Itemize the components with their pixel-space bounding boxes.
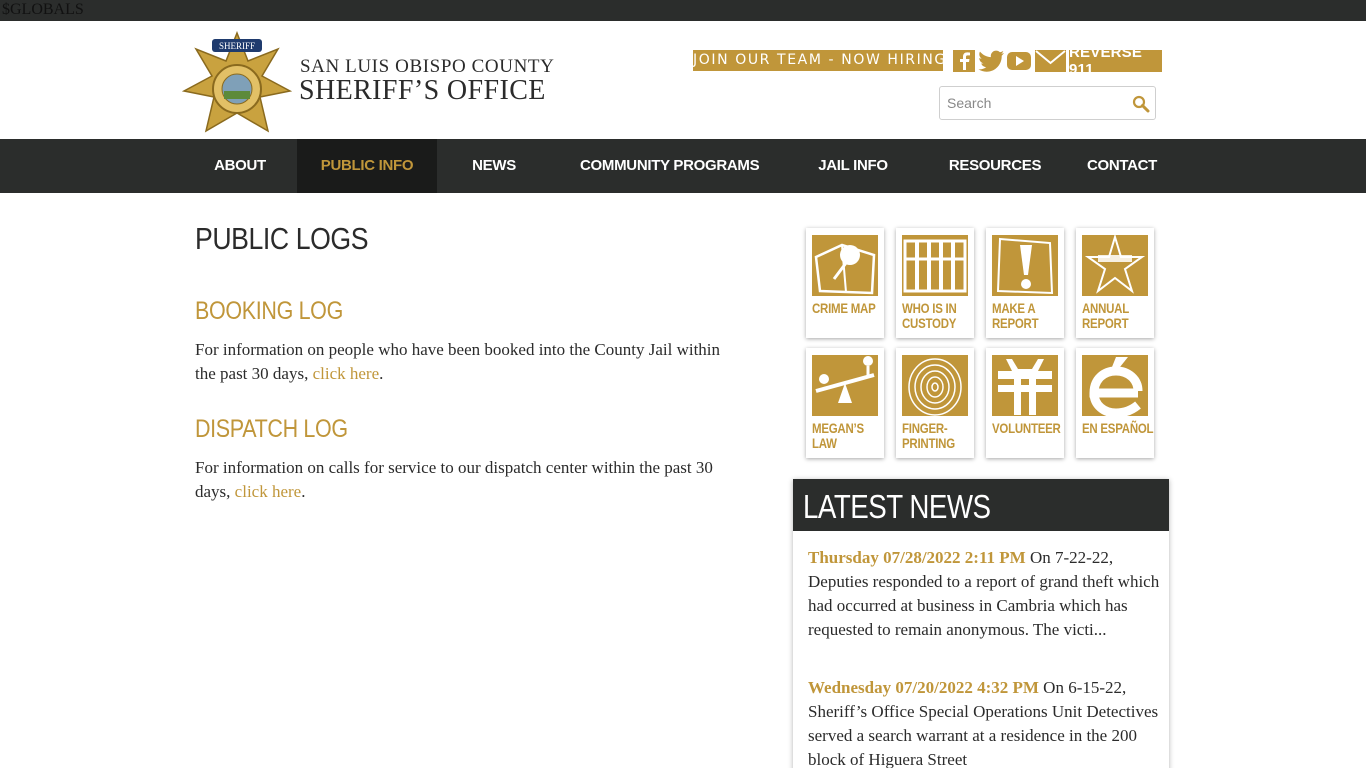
booking-log-link[interactable]: click here (313, 364, 380, 383)
accent-e-icon (1082, 355, 1148, 416)
map-pin-icon (812, 235, 878, 296)
star-badge-icon (1082, 235, 1148, 296)
globals-debug-text: $GLOBALS (2, 1, 84, 18)
join-our-team-button[interactable]: JOIN OUR TEAM - NOW HIRING (693, 50, 943, 71)
news-item-date-link[interactable]: Thursday 07/28/2022 2:11 PM (808, 548, 1026, 567)
nav-item-public-info[interactable]: PUBLIC INFO (297, 139, 437, 193)
tile-label: FINGER- PRINTING (902, 420, 955, 451)
tile-label: VOLUNTEER (992, 420, 1061, 436)
tile-label: MAKE A REPORT (992, 300, 1039, 331)
fingerprint-icon (902, 355, 968, 416)
booking-log-description: For information on people who have been … (195, 340, 721, 383)
nav-item-news[interactable]: NEWS (450, 139, 538, 193)
tile-fingerprinting[interactable]: FINGER- PRINTING (896, 348, 974, 458)
latest-news-panel: LATEST NEWS Thursday 07/28/2022 2:11 PM … (793, 479, 1169, 768)
exclamation-icon (992, 235, 1058, 296)
email-icon[interactable] (1035, 50, 1066, 72)
jail-bars-icon (902, 235, 968, 296)
tile-crime-map[interactable]: CRIME MAP (806, 228, 884, 338)
nav-item-resources[interactable]: RESOURCES (945, 139, 1045, 193)
dispatch-log-text: For information on calls for service to … (195, 456, 745, 504)
main-nav: ABOUT PUBLIC INFO NEWS COMMUNITY PROGRAM… (0, 139, 1366, 193)
latest-news-header: LATEST NEWS (793, 479, 1169, 531)
volunteer-icon (992, 355, 1058, 416)
site-title-office: SHERIFF’S OFFICE (299, 75, 546, 106)
tile-label: EN ESPAÑOL (1082, 420, 1154, 436)
search-box (939, 86, 1156, 120)
search-input[interactable] (940, 87, 1126, 119)
tile-label: ANNUAL REPORT (1082, 300, 1129, 331)
seesaw-icon (812, 355, 878, 416)
nav-item-contact[interactable]: CONTACT (1085, 139, 1159, 193)
booking-log-heading: BOOKING LOG (195, 297, 343, 325)
page-title: PUBLIC LOGS (195, 221, 369, 256)
nav-item-about[interactable]: ABOUT (195, 139, 285, 193)
news-item: Wednesday 07/20/2022 4:32 PM On 6-15-22,… (808, 676, 1160, 768)
dispatch-log-link[interactable]: click here (235, 482, 302, 501)
sheriff-star-badge-icon[interactable]: SHERIFF (182, 31, 292, 137)
tile-label: MEGAN’S LAW (812, 420, 864, 451)
latest-news-title: LATEST NEWS (803, 488, 991, 525)
tile-label: WHO IS IN CUSTODY (902, 300, 957, 331)
dispatch-log-tail: . (301, 482, 306, 501)
badge-text: SHERIFF (219, 41, 255, 51)
search-icon[interactable] (1132, 95, 1150, 113)
tile-megans-law[interactable]: MEGAN’S LAW (806, 348, 884, 458)
booking-log-tail: . (379, 364, 384, 383)
nav-item-jail-info[interactable]: JAIL INFO (810, 139, 896, 193)
tile-make-a-report[interactable]: MAKE A REPORT (986, 228, 1064, 338)
tile-volunteer[interactable]: VOLUNTEER (986, 348, 1064, 458)
tile-label: CRIME MAP (812, 300, 876, 316)
facebook-icon[interactable] (953, 50, 975, 72)
twitter-icon[interactable] (977, 50, 1005, 72)
reverse-911-button[interactable]: REVERSE 911 (1069, 44, 1162, 78)
tile-en-espanol[interactable]: EN ESPAÑOL (1076, 348, 1154, 458)
news-item-date-link[interactable]: Wednesday 07/20/2022 4:32 PM (808, 678, 1039, 697)
top-bar: $GLOBALS (0, 0, 1366, 21)
nav-item-community-programs[interactable]: COMMUNITY PROGRAMS (580, 139, 760, 193)
news-item: Thursday 07/28/2022 2:11 PM On 7-22-22, … (808, 546, 1160, 642)
site-header: SHERIFF SAN LUIS OBISPO COUNTY SHERIFF’S… (0, 21, 1366, 139)
booking-log-text: For information on people who have been … (195, 338, 745, 386)
tile-annual-report[interactable]: ANNUAL REPORT (1076, 228, 1154, 338)
youtube-icon[interactable] (1007, 50, 1031, 72)
tile-who-is-in-custody[interactable]: WHO IS IN CUSTODY (896, 228, 974, 338)
dispatch-log-heading: DISPATCH LOG (195, 415, 348, 443)
